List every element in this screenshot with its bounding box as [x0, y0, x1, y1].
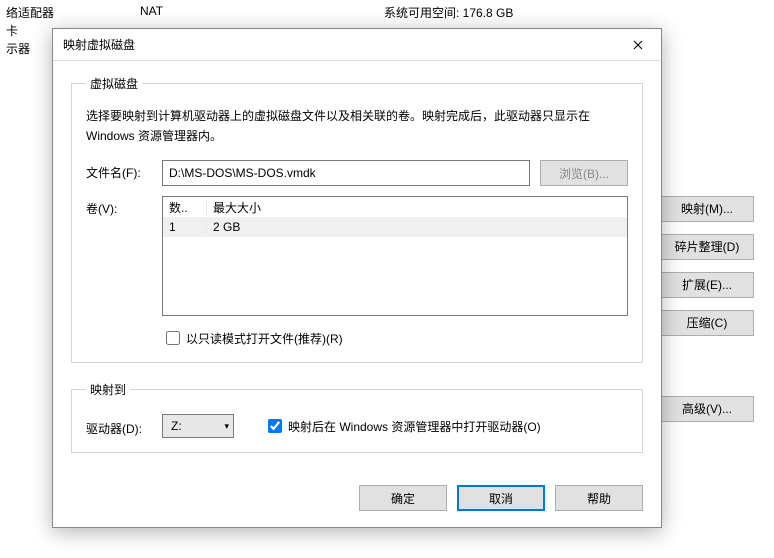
ok-button[interactable]: 确定 — [359, 485, 447, 511]
open-after-row: 映射后在 Windows 资源管理器中打开驱动器(O) — [264, 416, 541, 436]
bg-left-list: 络适配器 卡 示器 — [6, 4, 54, 58]
bg-defrag-button[interactable]: 碎片整理(D) — [660, 234, 754, 260]
filename-label: 文件名(F): — [86, 160, 162, 181]
drive-combobox[interactable]: Z: ▾ — [162, 414, 234, 438]
bg-advanced-area: 高级(V)... — [660, 396, 754, 422]
filename-row: 文件名(F): 浏览(B)... — [86, 160, 628, 186]
bg-advanced-button[interactable]: 高级(V)... — [660, 396, 754, 422]
titlebar: 映射虚拟磁盘 — [53, 29, 661, 61]
drive-label: 驱动器(D): — [86, 416, 162, 437]
readonly-label[interactable]: 以只读模式打开文件(推荐)(R) — [186, 330, 343, 347]
volume-row-1-index: 1 — [163, 220, 207, 234]
bg-item-display: 示器 — [6, 40, 54, 58]
volume-header-maxsize[interactable]: 最大大小 — [207, 199, 627, 216]
virtual-disk-group: 虚拟磁盘 选择要映射到计算机驱动器上的虚拟磁盘文件以及相关联的卷。映射完成后，此… — [71, 75, 643, 363]
help-button[interactable]: 帮助 — [555, 485, 643, 511]
virtual-disk-description: 选择要映射到计算机驱动器上的虚拟磁盘文件以及相关联的卷。映射完成后，此驱动器只显… — [86, 106, 628, 146]
volume-row-1-size: 2 GB — [207, 220, 627, 234]
volume-header: 数.. 最大大小 — [163, 197, 627, 217]
map-virtual-disk-dialog: 映射虚拟磁盘 虚拟磁盘 选择要映射到计算机驱动器上的虚拟磁盘文件以及相关联的卷。… — [52, 28, 662, 528]
map-to-group: 映射到 驱动器(D): Z: ▾ 映射后在 Windows 资源管理器中打开驱动… — [71, 381, 643, 453]
close-button[interactable] — [615, 29, 661, 61]
bg-right-button-group: 映射(M)... 碎片整理(D) 扩展(E)... 压缩(C) — [660, 196, 754, 336]
bg-item-card: 卡 — [6, 22, 54, 40]
bg-item-network: 络适配器 — [6, 4, 54, 22]
dialog-button-row: 确定 取消 帮助 — [53, 485, 661, 527]
drive-selected-value: Z: — [171, 419, 224, 433]
virtual-disk-legend: 虚拟磁盘 — [86, 75, 142, 92]
filename-input[interactable] — [162, 160, 530, 186]
open-after-label[interactable]: 映射后在 Windows 资源管理器中打开驱动器(O) — [288, 418, 541, 435]
bg-map-button[interactable]: 映射(M)... — [660, 196, 754, 222]
volume-row-1[interactable]: 1 2 GB — [163, 217, 627, 237]
cancel-button[interactable]: 取消 — [457, 485, 545, 511]
dialog-title: 映射虚拟磁盘 — [63, 36, 615, 53]
bg-compress-button[interactable]: 压缩(C) — [660, 310, 754, 336]
volume-header-index[interactable]: 数.. — [163, 199, 207, 216]
browse-button[interactable]: 浏览(B)... — [540, 160, 628, 186]
dialog-body: 虚拟磁盘 选择要映射到计算机驱动器上的虚拟磁盘文件以及相关联的卷。映射完成后，此… — [53, 61, 661, 485]
bg-nat-label: NAT — [140, 4, 163, 18]
volume-row: 卷(V): 数.. 最大大小 1 2 GB — [86, 196, 628, 316]
map-to-legend: 映射到 — [86, 381, 130, 398]
open-after-checkbox[interactable] — [268, 419, 282, 433]
chevron-down-icon: ▾ — [224, 421, 229, 432]
bg-expand-button[interactable]: 扩展(E)... — [660, 272, 754, 298]
drive-row: 驱动器(D): Z: ▾ 映射后在 Windows 资源管理器中打开驱动器(O) — [86, 414, 628, 438]
volume-label: 卷(V): — [86, 196, 162, 217]
bg-available-space: 系统可用空间: 176.8 GB — [384, 4, 513, 21]
close-icon — [633, 40, 643, 50]
volume-list[interactable]: 数.. 最大大小 1 2 GB — [162, 196, 628, 316]
readonly-checkbox[interactable] — [166, 331, 180, 345]
readonly-row: 以只读模式打开文件(推荐)(R) — [162, 328, 628, 348]
